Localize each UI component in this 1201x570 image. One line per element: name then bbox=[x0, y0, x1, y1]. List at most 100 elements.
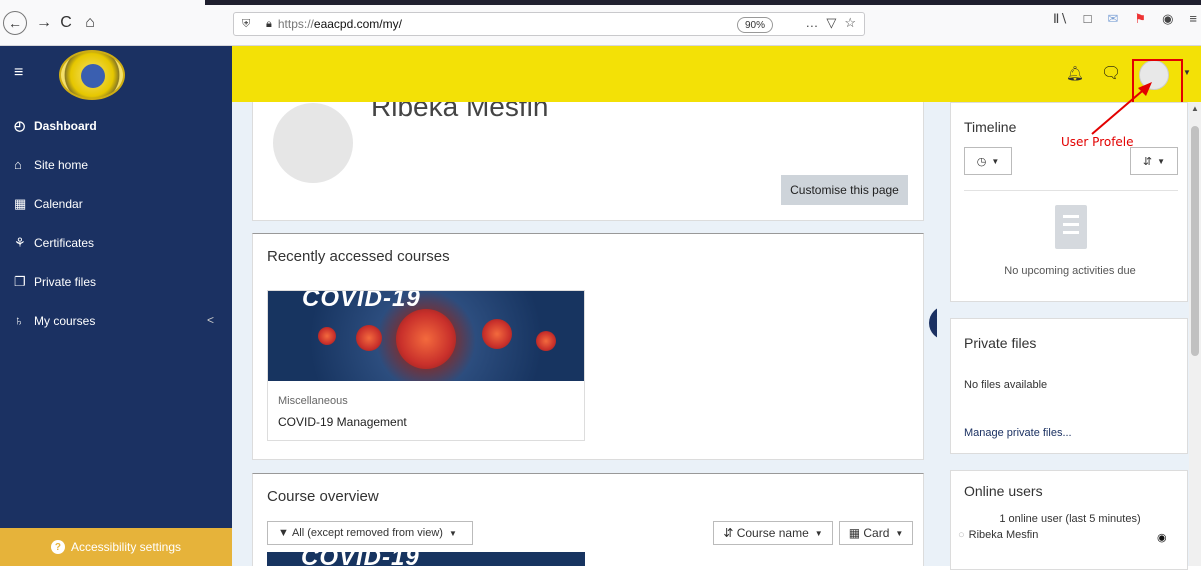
accessibility-settings-button[interactable]: ? Accessibility settings bbox=[0, 528, 232, 566]
chevron-down-icon: ▼ bbox=[448, 528, 457, 538]
sidebar-item-calendar[interactable]: ▦ Calendar bbox=[14, 196, 83, 212]
sidebar-toggle-icon[interactable]: □ bbox=[1084, 11, 1092, 27]
private-files-block: Private files No files available Manage … bbox=[950, 318, 1188, 454]
course-overview-block: Course overview ▼ All (except removed fr… bbox=[252, 473, 924, 566]
account-icon[interactable]: ◉ bbox=[1162, 11, 1173, 27]
recent-courses-block: Recently accessed courses COVID-19 Misce… bbox=[252, 233, 924, 460]
online-user-name: Ribeka Mesfin bbox=[968, 529, 1039, 541]
empty-list-line bbox=[1063, 231, 1079, 234]
eye-icon[interactable]: ◉ bbox=[1157, 531, 1167, 544]
back-arrow-icon[interactable]: ← bbox=[3, 11, 27, 35]
profile-name: Ribeka Mesfin bbox=[371, 102, 549, 122]
filter-icon: ▼ bbox=[278, 527, 292, 539]
block-region: Timeline ◷ ▼ ⇵ ▼ No upcoming activities … bbox=[937, 102, 1189, 570]
timeline-sort-dropdown[interactable]: ⇵ ▼ bbox=[1130, 147, 1178, 175]
view-label: Card bbox=[863, 526, 890, 540]
sort-label: Course name bbox=[736, 526, 809, 540]
sidebar-item-label: Private files bbox=[34, 275, 97, 289]
sidebar-item-my-courses[interactable]: ♄ My courses bbox=[14, 313, 95, 328]
online-users-title: Online users bbox=[964, 483, 1043, 499]
accessibility-icon: ? bbox=[50, 540, 65, 554]
private-files-title: Private files bbox=[964, 335, 1037, 351]
home-icon[interactable]: ⌂ bbox=[78, 11, 102, 35]
online-users-count: 1 online user (last 5 minutes) bbox=[999, 513, 1141, 525]
course-image[interactable]: COVID-19 bbox=[268, 291, 584, 381]
chevron-left-icon[interactable]: < bbox=[207, 313, 214, 327]
manage-private-files-link[interactable]: Manage private files... bbox=[964, 427, 1072, 439]
sidebar-item-label: Dashboard bbox=[34, 119, 97, 133]
zoom-level-badge[interactable]: 90% bbox=[737, 17, 773, 33]
course-sort-dropdown[interactable]: ⇵ Course name ▼ bbox=[713, 521, 833, 545]
library-icon[interactable]: Ⅱ∖ bbox=[1053, 11, 1068, 27]
clock-icon: ◷ bbox=[976, 155, 987, 168]
shield-icon[interactable]: ⛨ bbox=[242, 18, 256, 31]
empty-list-icon bbox=[1055, 205, 1087, 249]
chevron-down-icon: ▼ bbox=[895, 528, 904, 538]
sidebar-item-label: Certificates bbox=[34, 236, 95, 250]
pocket-icon[interactable]: ▽ bbox=[826, 15, 836, 31]
address-bar[interactable]: ⛨ 🔒︎ https://eaacpd.com/my/ 90% … ▽ ☆ bbox=[233, 12, 865, 36]
browser-extensions: Ⅱ∖ □ ✉ ⚑ ◉ ≡ bbox=[1053, 11, 1201, 27]
scroll-up-icon[interactable]: ▲ bbox=[1191, 104, 1199, 113]
virus-graphic bbox=[482, 319, 512, 349]
online-users-block: Online users 1 online user (last 5 minut… bbox=[950, 470, 1188, 570]
dashboard-icon: ◴ bbox=[14, 118, 26, 133]
sidebar-item-private-files[interactable]: ❐ Private files bbox=[14, 274, 96, 290]
accessibility-label: Accessibility settings bbox=[70, 540, 182, 554]
certificate-icon: ⚘ bbox=[14, 235, 26, 250]
course-image-text: COVID-19 bbox=[301, 552, 420, 566]
url-host: eaacpd.com/my/ bbox=[313, 17, 402, 31]
annotation-label: User Profele bbox=[1061, 135, 1134, 149]
course-filter-dropdown[interactable]: ▼ All (except removed from view) ▼ bbox=[267, 521, 473, 545]
lock-icon[interactable]: 🔒︎ bbox=[266, 18, 272, 31]
filter-label: All (except removed from view) bbox=[291, 527, 443, 539]
notifications-bell-icon[interactable]: 🔔︎ bbox=[1066, 65, 1084, 82]
nav-drawer: ◴ Dashboard ⌂ Site home ▦ Calendar ⚘ Cer… bbox=[0, 102, 232, 566]
timeline-title: Timeline bbox=[964, 119, 1017, 135]
virus-graphic bbox=[536, 331, 556, 351]
chevron-down-icon: ▼ bbox=[1157, 156, 1166, 166]
url-protocol: https:// bbox=[277, 17, 314, 31]
bookmark-star-icon[interactable]: ☆ bbox=[844, 15, 856, 31]
profile-header-card: Ribeka Mesfin Customise this page bbox=[252, 102, 924, 221]
virus-graphic bbox=[396, 309, 456, 369]
course-overview-title: Course overview bbox=[267, 488, 379, 505]
timeline-empty-message: No upcoming activities due bbox=[1004, 265, 1136, 277]
online-user-item[interactable]: ○ Ribeka Mesfin bbox=[958, 529, 1038, 541]
timeline-filter-dropdown[interactable]: ◷ ▼ bbox=[964, 147, 1012, 175]
sidebar-item-site-home[interactable]: ⌂ Site home bbox=[14, 157, 88, 172]
user-menu-caret-icon[interactable]: ▼ bbox=[1183, 68, 1191, 77]
site-logo[interactable] bbox=[59, 50, 125, 100]
browser-toolbar: ← → C ⌂ ⛨ 🔒︎ https://eaacpd.com/my/ 90% … bbox=[0, 0, 1201, 46]
course-image-text: COVID-19 bbox=[302, 291, 421, 312]
sidebar-item-certificates[interactable]: ⚘ Certificates bbox=[14, 235, 94, 251]
empty-list-line bbox=[1063, 223, 1079, 226]
course-image[interactable]: COVID-19 bbox=[267, 552, 585, 566]
browser-tab-strip bbox=[205, 0, 1201, 5]
annotation-arrow bbox=[1091, 82, 1152, 135]
calendar-icon: ▦ bbox=[14, 196, 27, 211]
virus-graphic bbox=[318, 327, 336, 345]
hamburger-menu-icon[interactable]: ≡ bbox=[14, 64, 23, 82]
logo-emblem bbox=[81, 64, 105, 88]
main-content: Ribeka Mesfin Customise this page Recent… bbox=[232, 102, 937, 566]
sidebar-item-dashboard[interactable]: ◴ Dashboard bbox=[14, 118, 97, 134]
profile-picture[interactable] bbox=[273, 103, 353, 183]
page-scrollbar[interactable]: ▲ bbox=[1189, 102, 1201, 566]
divider bbox=[964, 190, 1178, 191]
page-actions-menu-icon[interactable]: … bbox=[805, 15, 818, 31]
course-name-link[interactable]: COVID-19 Management bbox=[278, 415, 407, 429]
grid-icon: ▦ bbox=[848, 526, 864, 540]
course-view-dropdown[interactable]: ▦ Card ▼ bbox=[839, 521, 913, 545]
customise-page-button[interactable]: Customise this page bbox=[781, 175, 908, 205]
browser-menu-icon[interactable]: ≡ bbox=[1189, 11, 1197, 27]
mail-extension-icon[interactable]: ✉ bbox=[1108, 11, 1119, 27]
reload-icon[interactable]: C bbox=[54, 11, 78, 35]
sidebar-item-label: Calendar bbox=[34, 197, 83, 211]
no-files-message: No files available bbox=[964, 379, 1048, 391]
scrollbar-thumb[interactable] bbox=[1191, 126, 1199, 356]
forward-arrow-icon[interactable]: → bbox=[32, 11, 56, 35]
flag-extension-icon[interactable]: ⚑ bbox=[1134, 11, 1146, 27]
sort-icon: ⇵ bbox=[723, 526, 737, 540]
course-card[interactable]: COVID-19 Miscellaneous COVID-19 Manageme… bbox=[267, 290, 585, 441]
